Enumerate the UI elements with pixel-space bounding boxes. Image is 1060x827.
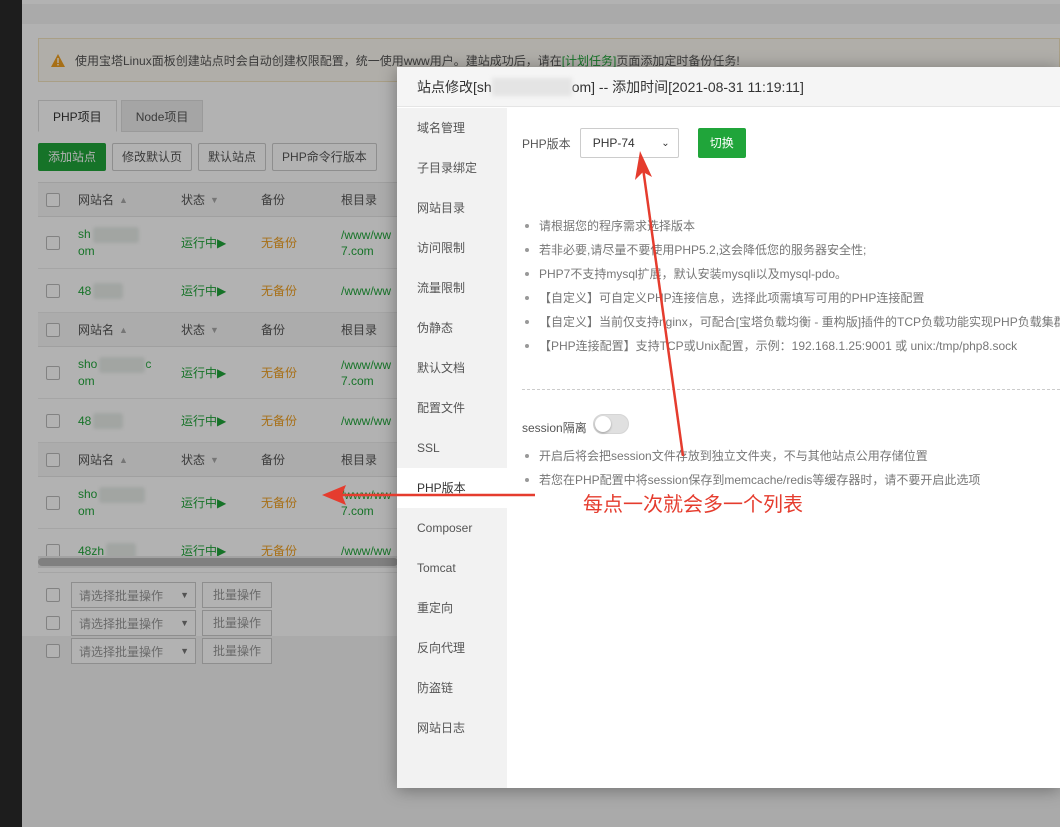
modal-sidebar: 域名管理 子目录绑定 网站目录 访问限制 流量限制 伪静态 默认文档 配置文件 … (397, 108, 507, 788)
switch-button[interactable]: 切换 (697, 128, 746, 158)
menu-traffic-limit[interactable]: 流量限制 (397, 268, 507, 308)
php-version-label: PHP版本 (522, 136, 571, 151)
chevron-down-icon: ⌄ (661, 137, 670, 149)
tip-item: 若非必要,请尽量不要使用PHP5.2,这会降低您的服务器安全性; (522, 238, 1060, 262)
tip-item: 【自定义】可自定义PHP连接信息，选择此项需填写可用的PHP连接配置 (522, 286, 1060, 310)
session-isolation-row: session隔离 (522, 411, 629, 436)
session-isolation-label: session隔离 (522, 421, 587, 435)
session-isolation-toggle[interactable] (592, 413, 629, 434)
menu-site-log[interactable]: 网站日志 (397, 708, 507, 748)
menu-config-file[interactable]: 配置文件 (397, 388, 507, 428)
session-tips-list: 开启后将会把session文件存放到独立文件夹，不与其他站点公用存储位置 若您在… (522, 444, 980, 492)
tip-item: 请根据您的程序需求选择版本 (522, 214, 1060, 238)
menu-reverse-proxy[interactable]: 反向代理 (397, 628, 507, 668)
menu-subdirectory-binding[interactable]: 子目录绑定 (397, 148, 507, 188)
divider (522, 389, 1060, 390)
menu-ssl[interactable]: SSL (397, 428, 507, 468)
menu-domain-management[interactable]: 域名管理 (397, 108, 507, 148)
php-tips-list: 请根据您的程序需求选择版本 若非必要,请尽量不要使用PHP5.2,这会降低您的服… (522, 214, 1060, 358)
menu-access-limit[interactable]: 访问限制 (397, 228, 507, 268)
menu-php-version[interactable]: PHP版本 (397, 468, 507, 508)
tip-item: 【自定义】当前仅支持nginx，可配合[宝塔负载均衡 - 重构版]插件的TCP负… (522, 310, 1060, 334)
site-edit-modal: 站点修改[sh om] -- 添加时间[2021-08-31 11:19:11] … (397, 67, 1060, 788)
menu-redirect[interactable]: 重定向 (397, 588, 507, 628)
toggle-knob (594, 415, 611, 432)
menu-default-document[interactable]: 默认文档 (397, 348, 507, 388)
menu-tomcat[interactable]: Tomcat (397, 548, 507, 588)
php-version-select[interactable]: PHP-74 ⌄ (579, 128, 679, 158)
php-version-panel: PHP版本 PHP-74 ⌄ 切换 请根据您的程序需求选择版本 若非必要,请尽量不… (507, 108, 1060, 788)
menu-hotlink-protection[interactable]: 防盗链 (397, 668, 507, 708)
menu-composer[interactable]: Composer (397, 508, 507, 548)
php-version-row: PHP版本 PHP-74 ⌄ 切换 (522, 128, 746, 158)
menu-rewrite[interactable]: 伪静态 (397, 308, 507, 348)
annotation-text: 每点一次就会多一个列表 (583, 492, 803, 516)
modal-title: 站点修改[sh om] -- 添加时间[2021-08-31 11:19:11] (397, 67, 1060, 107)
tip-item: PHP7不支持mysql扩展，默认安装mysqli以及mysql-pdo。 (522, 262, 1060, 286)
tip-item: 【PHP连接配置】支持TCP或Unix配置，示例：192.168.1.25:90… (522, 334, 1060, 358)
menu-site-directory[interactable]: 网站目录 (397, 188, 507, 228)
tip-item: 开启后将会把session文件存放到独立文件夹，不与其他站点公用存储位置 (522, 444, 980, 468)
